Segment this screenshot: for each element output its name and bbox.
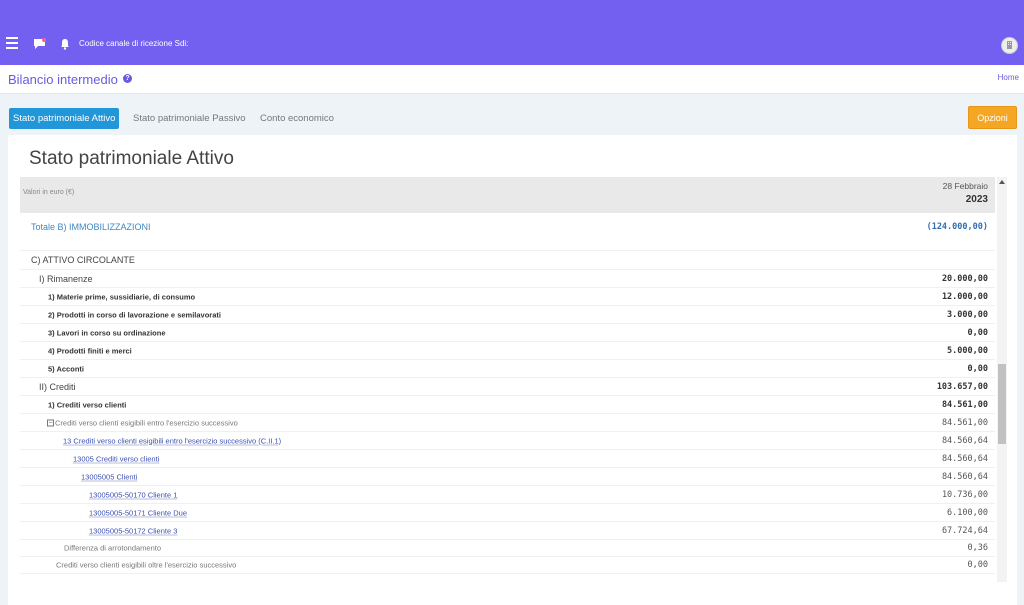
table-row: Differenza di arrotondamento 0,36 xyxy=(20,540,995,557)
page-title-bar: Bilancio intermedio ? Home xyxy=(0,65,1024,94)
row-value: 84.560,64 xyxy=(941,435,988,446)
row-value: 103.657,00 xyxy=(936,381,988,392)
table-row: 13005005-50170 Cliente 1 10.736,00 xyxy=(20,486,995,504)
account-link[interactable]: 13005005 Clienti xyxy=(81,472,137,481)
currency-note: Valori in euro (€) xyxy=(23,189,75,196)
table-row: 1) Crediti verso clienti 84.561,00 xyxy=(20,396,995,414)
row-value: 12.000,00 xyxy=(941,291,988,302)
row-value: 84.560,64 xyxy=(941,471,988,482)
page-title: Bilancio intermedio xyxy=(8,72,118,87)
row-value: (124.000,00) xyxy=(926,222,988,232)
account-link[interactable]: 13005005-50172 Cliente 3 xyxy=(89,526,177,535)
row-label: 3) Lavori in corso su ordinazione xyxy=(48,328,166,337)
row-label: II) Crediti xyxy=(39,381,76,392)
row-value: 0,00 xyxy=(967,560,988,570)
table-row: C) ATTIVO CIRCOLANTE xyxy=(20,251,995,270)
top-bar: Codice canale di ricezione Sdi: xyxy=(0,0,1024,65)
row-value: 6.100,00 xyxy=(947,507,988,518)
bell-icon[interactable] xyxy=(59,37,73,51)
table-header: Valori in euro (€) 28 Febbraio 2023 xyxy=(20,177,995,213)
user-avatar[interactable] xyxy=(1001,37,1018,54)
account-link[interactable]: 13005005-50170 Cliente 1 xyxy=(89,490,177,499)
help-icon[interactable]: ? xyxy=(123,74,132,83)
row-label: 2) Prodotti in corso di lavorazione e se… xyxy=(48,310,221,319)
table-row: 13 Crediti verso clienti esigibili entro… xyxy=(20,432,995,450)
row-label: 5) Acconti xyxy=(48,364,84,373)
row-value: 84.561,00 xyxy=(941,417,988,428)
table-row: 13005 Crediti verso clienti 84.560,64 xyxy=(20,450,995,468)
table-row: 1) Materie prime, sussidiarie, di consum… xyxy=(20,288,995,306)
row-label[interactable]: − Crediti verso clienti esigibili entro l… xyxy=(47,418,238,427)
scrollbar-thumb[interactable] xyxy=(998,364,1006,444)
row-value: 5.000,00 xyxy=(947,345,988,356)
row-label: 4) Prodotti finiti e merci xyxy=(48,346,132,355)
account-link[interactable]: 13005 Crediti verso clienti xyxy=(73,454,159,463)
column-year: 2023 xyxy=(965,194,988,205)
row-label: Crediti verso clienti esigibili oltre l'… xyxy=(56,560,237,570)
row-label: C) ATTIVO CIRCOLANTE xyxy=(31,255,135,265)
table-row: II) Crediti 103.657,00 xyxy=(20,378,995,396)
table-row: I) Rimanenze 20.000,00 xyxy=(20,270,995,288)
scroll-up-arrow-icon[interactable] xyxy=(999,180,1005,184)
table-row: Totale B) IMMOBILIZZAZIONI (124.000,00) xyxy=(20,213,995,251)
row-label[interactable]: Totale B) IMMOBILIZZAZIONI xyxy=(31,222,151,232)
options-button[interactable]: Opzioni xyxy=(968,106,1017,129)
table-row: 4) Prodotti finiti e merci 5.000,00 xyxy=(20,342,995,360)
row-value: 10.736,00 xyxy=(941,489,988,500)
breadcrumb-home-link[interactable]: Home xyxy=(998,73,1019,82)
row-value: 3.000,00 xyxy=(947,309,988,320)
row-value: 84.560,64 xyxy=(941,453,988,464)
row-value: 20.000,00 xyxy=(941,273,988,284)
table-row: 5) Acconti 0,00 xyxy=(20,360,995,378)
report-heading: Stato patrimoniale Attivo xyxy=(29,148,234,169)
chat-icon[interactable] xyxy=(33,37,47,51)
row-label: 1) Materie prime, sussidiarie, di consum… xyxy=(48,292,196,301)
row-value: 67.724,64 xyxy=(941,525,988,536)
row-label: 1) Crediti verso clienti xyxy=(48,400,127,409)
tab-stato-patrimoniale-attivo[interactable]: Stato patrimoniale Attivo xyxy=(9,108,120,129)
column-date: 28 Febbraio xyxy=(942,181,988,191)
table-row: 13005005-50171 Cliente Due 6.100,00 xyxy=(20,504,995,522)
table-row: Crediti verso clienti esigibili oltre l'… xyxy=(20,557,995,574)
table-row: − Crediti verso clienti esigibili entro l… xyxy=(20,414,995,432)
collapse-toggle-icon[interactable]: − xyxy=(47,419,54,427)
table-row: 13005005 Clienti 84.560,64 xyxy=(20,468,995,486)
account-link[interactable]: 13 Crediti verso clienti esigibili entro… xyxy=(63,436,281,445)
table-row: 3) Lavori in corso su ordinazione 0,00 xyxy=(20,324,995,342)
tab-conto-economico[interactable]: Conto economico xyxy=(256,108,338,129)
sdi-channel-label: Codice canale di ricezione Sdi: xyxy=(79,39,189,48)
vertical-scrollbar[interactable] xyxy=(997,177,1007,582)
table-row: 13005005-50172 Cliente 3 67.724,64 xyxy=(20,522,995,540)
row-label: I) Rimanenze xyxy=(39,273,93,284)
hamburger-menu-icon[interactable] xyxy=(6,37,20,51)
account-link[interactable]: 13005005-50171 Cliente Due xyxy=(89,508,187,517)
row-value: 0,36 xyxy=(967,543,988,553)
row-label: Differenza di arrotondamento xyxy=(64,543,162,553)
row-value: 0,00 xyxy=(967,363,988,374)
table-row: 2) Prodotti in corso di lavorazione e se… xyxy=(20,306,995,324)
row-label-text: Crediti verso clienti esigibili entro l'… xyxy=(55,418,238,427)
row-value: 0,00 xyxy=(967,327,988,338)
tab-stato-patrimoniale-passivo[interactable]: Stato patrimoniale Passivo xyxy=(129,108,249,129)
row-value: 84.561,00 xyxy=(941,399,988,410)
